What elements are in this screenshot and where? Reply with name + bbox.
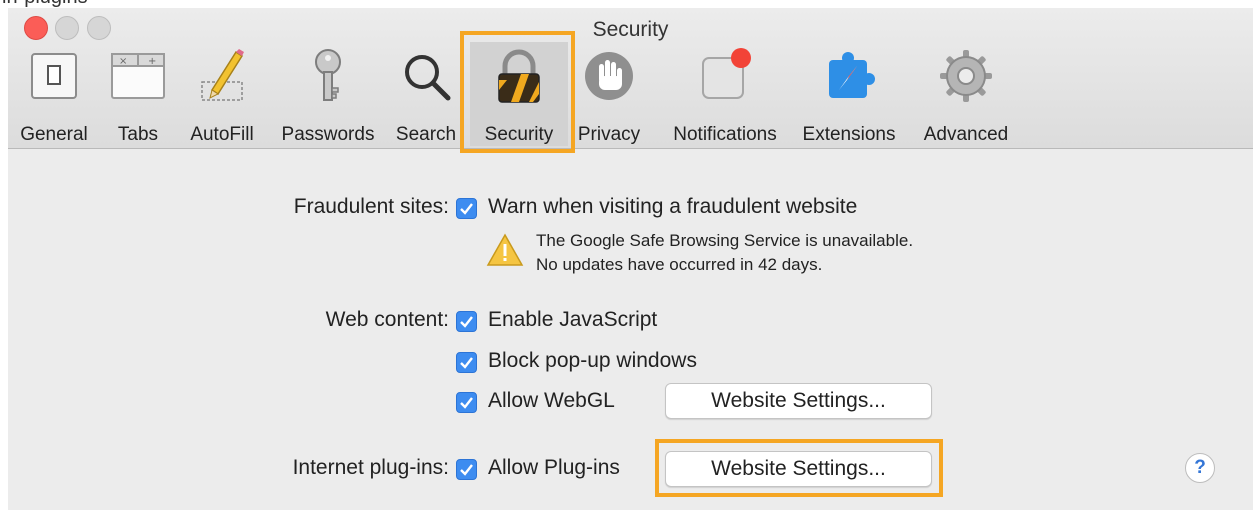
security-pane: Fraudulent sites: Warn when visiting a f… [8,149,1253,510]
svg-text:×: × [119,56,127,67]
checkmark-icon [460,397,473,409]
tab-search[interactable]: Search [390,42,462,146]
safe-browsing-warning-line2: No updates have occurred in 42 days. [536,255,823,274]
tab-tabs[interactable]: × + Tabs [104,42,172,146]
autofill-pencil-icon [201,49,244,101]
hand-icon [585,52,633,100]
web-content-label: Web content: [325,308,449,331]
checkmark-icon [460,464,473,476]
page-top-fragment: ln-plugins [0,0,1253,8]
tab-label: Advanced [923,124,1009,145]
magnifier-icon [405,55,451,101]
tabs-icon: × + [111,53,165,99]
fraudulent-sites-label: Fraudulent sites: [293,195,449,218]
tab-privacy[interactable]: Privacy [572,42,646,146]
tab-label: Notifications [673,124,777,145]
gear-icon [940,50,992,102]
allow-webgl-checkbox[interactable] [456,392,477,413]
tab-notifications[interactable]: Notifications [652,42,798,146]
tab-label: General [20,124,88,145]
tab-autofill[interactable]: AutoFill [180,42,264,146]
webgl-website-settings-button[interactable]: Website Settings... [665,383,932,419]
tab-label: AutoFill [190,124,254,145]
enable-javascript-checkbox[interactable] [456,311,477,332]
warning-icon [486,233,524,266]
key-icon [315,49,341,101]
fraud-warning-label: Warn when visiting a fraudulent website [488,195,858,218]
tab-label: Tabs [117,124,159,145]
tab-label: Extensions [802,124,896,145]
toolbar: Security General × + Tabs AutoFill Passw… [8,8,1253,153]
general-icon [31,53,77,99]
window-title: Security [592,18,669,41]
checkmark-icon [460,357,473,369]
block-popups-checkbox[interactable] [456,352,477,373]
tab-advanced[interactable]: Advanced [914,42,1018,146]
puzzle-compass-icon [829,52,875,98]
tab-extensions[interactable]: Extensions [794,42,904,146]
help-button[interactable]: ? [1185,453,1215,483]
internet-plugins-label: Internet plug-ins: [292,456,449,479]
allow-plugins-checkbox[interactable] [456,459,477,480]
tab-label: Search [395,124,457,145]
checkmark-icon [460,316,473,328]
tab-label: Privacy [577,124,641,145]
safe-browsing-warning-line1: The Google Safe Browsing Service is unav… [536,231,914,250]
fraud-warning-checkbox[interactable] [456,198,477,219]
tab-general[interactable]: General [10,42,98,146]
tab-passwords[interactable]: Passwords [272,42,384,146]
preferences-window: Security General × + Tabs AutoFill Passw… [8,8,1253,510]
svg-text:+: + [148,56,156,67]
enable-javascript-label: Enable JavaScript [488,308,658,331]
checkmark-icon [460,203,473,215]
allow-plugins-label: Allow Plug-ins [488,456,620,479]
plugins-button-highlight [655,439,943,497]
tab-label: Passwords [281,124,375,145]
notification-badge-icon [702,48,751,99]
block-popups-label: Block pop-up windows [488,349,697,372]
allow-webgl-label: Allow WebGL [488,389,615,412]
security-tab-highlight [460,31,575,153]
